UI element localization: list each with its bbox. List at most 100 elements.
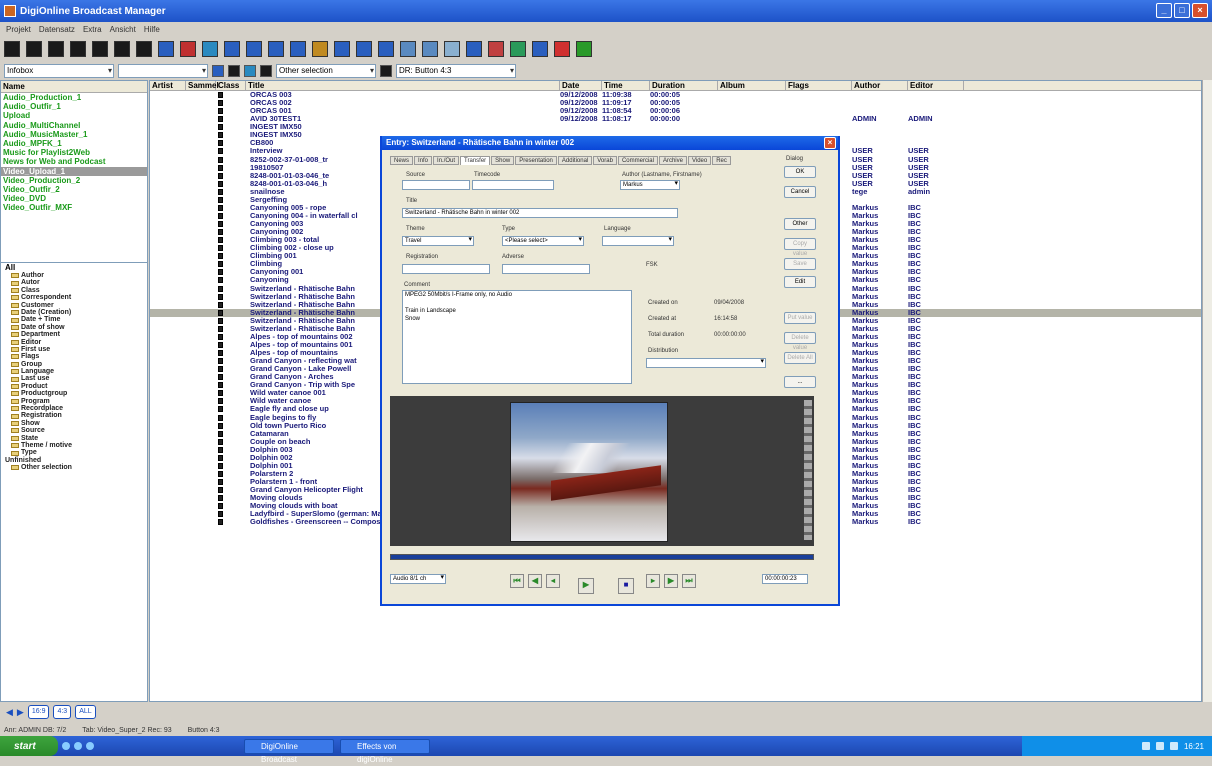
- folder-list-item[interactable]: Upload: [1, 111, 147, 120]
- dialog-tab[interactable]: Vorab: [593, 156, 617, 165]
- toolbar-tool-icon[interactable]: [466, 41, 482, 57]
- grid-column-header[interactable]: Sammel: [186, 81, 219, 91]
- toolbar-tool-icon[interactable]: [334, 41, 350, 57]
- tree-node[interactable]: Language: [1, 368, 147, 375]
- other-button[interactable]: Other: [784, 218, 816, 230]
- seek-bar[interactable]: [390, 554, 814, 560]
- field-select[interactable]: [118, 64, 208, 78]
- view-select[interactable]: Infobox: [4, 64, 114, 78]
- tree-node[interactable]: Product: [1, 383, 147, 390]
- tree-node[interactable]: First use: [1, 346, 147, 353]
- toolbar-tool-icon[interactable]: [510, 41, 526, 57]
- fsk-label[interactable]: FSK: [646, 262, 658, 268]
- toolbar-tool-icon[interactable]: [444, 41, 460, 57]
- folder-list-item[interactable]: Video_DVD: [1, 194, 147, 203]
- folder-list-item[interactable]: Video_Production_2: [1, 176, 147, 185]
- tree-node[interactable]: Date (Creation): [1, 309, 147, 316]
- toolbar-tool-icon[interactable]: [488, 41, 504, 57]
- quicklaunch-icon[interactable]: [62, 742, 70, 750]
- toolbar-tool-icon[interactable]: [202, 41, 218, 57]
- dialog-tab[interactable]: Presentation: [515, 156, 557, 165]
- timecode-field[interactable]: [472, 180, 554, 190]
- delete-value-button[interactable]: Delete value: [784, 332, 816, 351]
- tree-node[interactable]: Group: [1, 361, 147, 368]
- video-side-tools[interactable]: [804, 400, 812, 540]
- toolbar-tool-icon[interactable]: [4, 41, 20, 57]
- taskbar-item[interactable]: DigiOnline Broadcast: [244, 738, 334, 764]
- toolbar-tool-icon[interactable]: [26, 41, 42, 57]
- forward-icon[interactable]: ▸: [646, 574, 660, 588]
- tree-node[interactable]: Other selection: [1, 464, 147, 471]
- table-row[interactable]: INGEST IMX50: [150, 123, 1201, 131]
- toolbar-tool-icon[interactable]: [554, 41, 570, 57]
- delete-all-button[interactable]: Delete All: [784, 352, 816, 364]
- toolbar-tool-icon[interactable]: [356, 41, 372, 57]
- toolbar-tool-icon[interactable]: [268, 41, 284, 57]
- toolbar-tool-icon[interactable]: [400, 41, 416, 57]
- tree-node[interactable]: Last use: [1, 375, 147, 382]
- toolbar-tool-icon[interactable]: [158, 41, 174, 57]
- quicklaunch-icon[interactable]: [74, 742, 82, 750]
- aspect-all-button[interactable]: ALL: [75, 705, 96, 719]
- menu-item[interactable]: Hilfe: [144, 25, 160, 34]
- video-preview[interactable]: [390, 396, 814, 546]
- tree-node[interactable]: Autor: [1, 279, 147, 286]
- folder-list-item[interactable]: Video_Upload_1: [1, 166, 147, 176]
- toolbar-tool-icon[interactable]: [378, 41, 394, 57]
- tree-node[interactable]: Customer: [1, 302, 147, 309]
- toolbar-tool-icon[interactable]: [576, 41, 592, 57]
- folder-list-item[interactable]: Audio_Production_1: [1, 93, 147, 102]
- theme-select[interactable]: Travel: [402, 236, 474, 246]
- tree-node[interactable]: Department: [1, 331, 147, 338]
- menu-item[interactable]: Datensatz: [39, 25, 75, 34]
- toolbar-tool-icon[interactable]: [422, 41, 438, 57]
- dialog-tab[interactable]: Archive: [658, 156, 687, 165]
- more-button[interactable]: ...: [784, 376, 816, 388]
- toolbar-tool-icon[interactable]: [532, 41, 548, 57]
- grid-icon[interactable]: [228, 65, 240, 77]
- selection-select[interactable]: Other selection: [276, 64, 376, 78]
- comment-field[interactable]: MPEG2 50Mbit/s I-Frame only, no Audio Tr…: [402, 290, 632, 384]
- apply-icon[interactable]: [380, 65, 392, 77]
- menu-item[interactable]: Ansicht: [110, 25, 136, 34]
- folder-list-item[interactable]: Music for Playlist2Web: [1, 148, 147, 157]
- put-value-button[interactable]: Put value: [784, 312, 816, 324]
- toolbar-tool-icon[interactable]: [70, 41, 86, 57]
- close-button[interactable]: ×: [1192, 3, 1208, 18]
- dialog-tab[interactable]: Show: [491, 156, 515, 165]
- tree-node[interactable]: Program: [1, 398, 147, 405]
- tree-node[interactable]: Recordplace: [1, 405, 147, 412]
- grid-column-header[interactable]: Author: [852, 81, 908, 91]
- toolbar-tool-icon[interactable]: [92, 41, 108, 57]
- language-select[interactable]: [602, 236, 674, 246]
- grid-scrollbar[interactable]: [1202, 80, 1212, 702]
- toolbar-tool-icon[interactable]: [224, 41, 240, 57]
- toolbar-tool-icon[interactable]: [290, 41, 306, 57]
- toolbar-tool-icon[interactable]: [246, 41, 262, 57]
- step-forward-icon[interactable]: ▶: [664, 574, 678, 588]
- refresh-icon[interactable]: [244, 65, 256, 77]
- folder-list-item[interactable]: Audio_Outfir_1: [1, 102, 147, 111]
- quicklaunch-icon[interactable]: [86, 742, 94, 750]
- folder-list-item[interactable]: News for Web and Podcast: [1, 157, 147, 166]
- maximize-button[interactable]: □: [1174, 3, 1190, 18]
- tree-node[interactable]: Date of show: [1, 324, 147, 331]
- tree-node[interactable]: Correspondent: [1, 294, 147, 301]
- preset-select[interactable]: DR: Button 4:3: [396, 64, 516, 78]
- folder-list-item[interactable]: Audio_MPFK_1: [1, 139, 147, 148]
- menu-item[interactable]: Extra: [83, 25, 102, 34]
- back-icon[interactable]: ◂: [546, 574, 560, 588]
- registration-field[interactable]: [402, 264, 490, 274]
- tree-node[interactable]: Theme / motive: [1, 442, 147, 449]
- tree-node[interactable]: Productgroup: [1, 390, 147, 397]
- folder-list-item[interactable]: Audio_MusicMaster_1: [1, 130, 147, 139]
- grid-column-header[interactable]: Title: [246, 81, 560, 91]
- toolbar-tool-icon[interactable]: [114, 41, 130, 57]
- step-back-icon[interactable]: ◀: [528, 574, 542, 588]
- type-select[interactable]: <Please select>: [502, 236, 584, 246]
- tree-node[interactable]: Show: [1, 420, 147, 427]
- dialog-close-icon[interactable]: ×: [824, 137, 836, 149]
- cancel-button[interactable]: Cancel: [784, 186, 816, 198]
- table-row[interactable]: AVID 30TEST1 09/12/2008 11:08:17 00:00:00 AD…: [150, 115, 1201, 123]
- dialog-tab[interactable]: In./Out: [433, 156, 460, 165]
